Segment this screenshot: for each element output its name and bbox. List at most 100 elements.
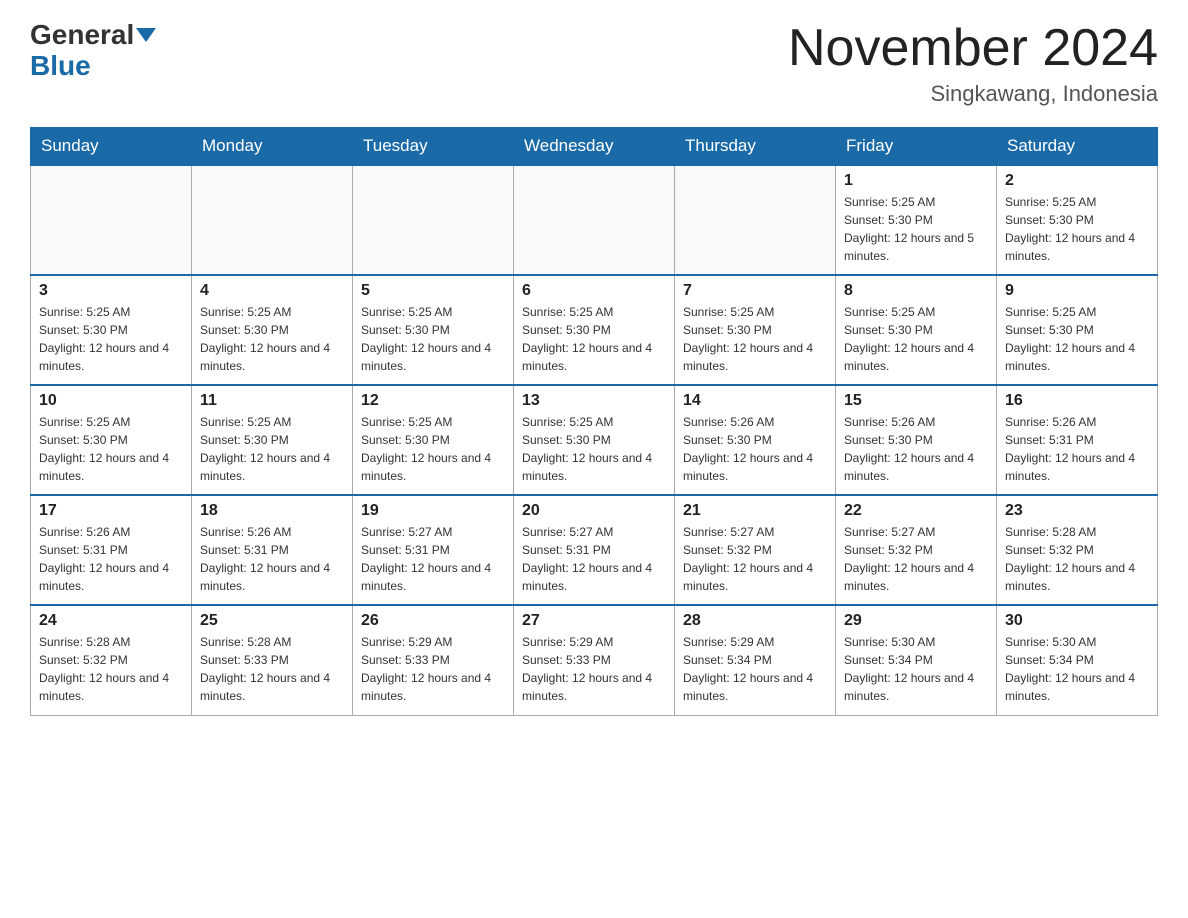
day-number: 18 [200,502,344,520]
col-friday: Friday [836,128,997,166]
logo-blue-text: Blue [30,50,91,81]
day-number: 21 [683,502,827,520]
day-info: Sunrise: 5:28 AMSunset: 5:33 PMDaylight:… [200,633,344,705]
table-row: 22Sunrise: 5:27 AMSunset: 5:32 PMDayligh… [836,495,997,605]
table-row [31,165,192,275]
day-info: Sunrise: 5:28 AMSunset: 5:32 PMDaylight:… [1005,523,1149,595]
calendar-week-5: 24Sunrise: 5:28 AMSunset: 5:32 PMDayligh… [31,605,1158,715]
table-row: 30Sunrise: 5:30 AMSunset: 5:34 PMDayligh… [997,605,1158,715]
day-info: Sunrise: 5:25 AMSunset: 5:30 PMDaylight:… [1005,193,1149,265]
day-info: Sunrise: 5:25 AMSunset: 5:30 PMDaylight:… [200,413,344,485]
table-row: 10 Sunrise: 5:25 AMSunset: 5:30 PMDayligh… [31,385,192,495]
day-info: Sunrise: 5:25 AMSunset: 5:30 PMDaylight:… [361,413,505,485]
table-row: 19 Sunrise: 5:27 AMSunset: 5:31 PMDayligh… [353,495,514,605]
day-info: Sunrise: 5:25 AMSunset: 5:30 PMDaylight:… [1005,303,1149,375]
day-info: Sunrise: 5:26 AMSunset: 5:31 PMDaylight:… [39,523,183,595]
day-number: 16 [1005,392,1149,410]
day-number: 12 [361,392,505,410]
table-row: 20 Sunrise: 5:27 AMSunset: 5:31 PMDayligh… [514,495,675,605]
calendar-week-2: 3 Sunrise: 5:25 AMSunset: 5:30 PMDaylight… [31,275,1158,385]
table-row [514,165,675,275]
day-number: 8 [844,282,988,300]
day-number: 6 [522,282,666,300]
table-row: 6 Sunrise: 5:25 AMSunset: 5:30 PMDaylight… [514,275,675,385]
logo-triangle-icon [136,28,156,42]
day-info: Sunrise: 5:25 AMSunset: 5:30 PMDaylight:… [844,303,988,375]
day-number: 29 [844,612,988,630]
day-number: 9 [1005,282,1149,300]
table-row: 27 Sunrise: 5:29 AMSunset: 5:33 PMDayligh… [514,605,675,715]
table-row [675,165,836,275]
day-info: Sunrise: 5:25 AMSunset: 5:30 PMDaylight:… [522,413,666,485]
day-number: 28 [683,612,827,630]
day-info: Sunrise: 5:25 AMSunset: 5:30 PMDaylight:… [39,413,183,485]
table-row: 25 Sunrise: 5:28 AMSunset: 5:33 PMDayligh… [192,605,353,715]
logo-general-text: General [30,20,134,51]
day-number: 26 [361,612,505,630]
day-number: 19 [361,502,505,520]
table-row: 1Sunrise: 5:25 AMSunset: 5:30 PMDaylight… [836,165,997,275]
day-number: 3 [39,282,183,300]
day-info: Sunrise: 5:29 AMSunset: 5:34 PMDaylight:… [683,633,827,705]
table-row: 14 Sunrise: 5:26 AMSunset: 5:30 PMDayligh… [675,385,836,495]
day-number: 13 [522,392,666,410]
day-info: Sunrise: 5:27 AMSunset: 5:31 PMDaylight:… [361,523,505,595]
table-row: 3 Sunrise: 5:25 AMSunset: 5:30 PMDaylight… [31,275,192,385]
calendar-header-row: Sunday Monday Tuesday Wednesday Thursday… [31,128,1158,166]
day-info: Sunrise: 5:25 AMSunset: 5:30 PMDaylight:… [39,303,183,375]
day-number: 23 [1005,502,1149,520]
table-row: 16 Sunrise: 5:26 AMSunset: 5:31 PMDayligh… [997,385,1158,495]
table-row: 29 Sunrise: 5:30 AMSunset: 5:34 PMDayligh… [836,605,997,715]
day-number: 20 [522,502,666,520]
col-monday: Monday [192,128,353,166]
table-row [192,165,353,275]
day-info: Sunrise: 5:29 AMSunset: 5:33 PMDaylight:… [522,633,666,705]
calendar-week-3: 10 Sunrise: 5:25 AMSunset: 5:30 PMDayligh… [31,385,1158,495]
table-row: 2Sunrise: 5:25 AMSunset: 5:30 PMDaylight… [997,165,1158,275]
table-row: 13 Sunrise: 5:25 AMSunset: 5:30 PMDayligh… [514,385,675,495]
day-number: 17 [39,502,183,520]
table-row: 12 Sunrise: 5:25 AMSunset: 5:30 PMDayligh… [353,385,514,495]
col-thursday: Thursday [675,128,836,166]
day-number: 4 [200,282,344,300]
table-row: 7Sunrise: 5:25 AMSunset: 5:30 PMDaylight… [675,275,836,385]
page-header: General Blue November 2024 Singkawang, I… [30,20,1158,107]
day-number: 10 [39,392,183,410]
day-info: Sunrise: 5:28 AMSunset: 5:32 PMDaylight:… [39,633,183,705]
location-label: Singkawang, Indonesia [788,81,1158,107]
logo: General Blue [30,20,156,82]
table-row [353,165,514,275]
day-number: 7 [683,282,827,300]
table-row: 23 Sunrise: 5:28 AMSunset: 5:32 PMDayligh… [997,495,1158,605]
day-number: 25 [200,612,344,630]
table-row: 15Sunrise: 5:26 AMSunset: 5:30 PMDayligh… [836,385,997,495]
day-number: 11 [200,392,344,410]
table-row: 17 Sunrise: 5:26 AMSunset: 5:31 PMDayligh… [31,495,192,605]
day-info: Sunrise: 5:30 AMSunset: 5:34 PMDaylight:… [844,633,988,705]
table-row: 5 Sunrise: 5:25 AMSunset: 5:30 PMDaylight… [353,275,514,385]
day-info: Sunrise: 5:25 AMSunset: 5:30 PMDaylight:… [361,303,505,375]
table-row: 4 Sunrise: 5:25 AMSunset: 5:30 PMDaylight… [192,275,353,385]
day-info: Sunrise: 5:25 AMSunset: 5:30 PMDaylight:… [200,303,344,375]
month-title: November 2024 [788,20,1158,77]
table-row: 9 Sunrise: 5:25 AMSunset: 5:30 PMDaylight… [997,275,1158,385]
day-info: Sunrise: 5:25 AMSunset: 5:30 PMDaylight:… [522,303,666,375]
day-info: Sunrise: 5:26 AMSunset: 5:31 PMDaylight:… [1005,413,1149,485]
day-info: Sunrise: 5:27 AMSunset: 5:31 PMDaylight:… [522,523,666,595]
calendar-table: Sunday Monday Tuesday Wednesday Thursday… [30,127,1158,716]
day-info: Sunrise: 5:27 AMSunset: 5:32 PMDaylight:… [683,523,827,595]
calendar-week-4: 17 Sunrise: 5:26 AMSunset: 5:31 PMDayligh… [31,495,1158,605]
day-number: 27 [522,612,666,630]
day-number: 14 [683,392,827,410]
day-info: Sunrise: 5:27 AMSunset: 5:32 PMDaylight:… [844,523,988,595]
day-number: 5 [361,282,505,300]
day-number: 30 [1005,612,1149,630]
table-row: 24Sunrise: 5:28 AMSunset: 5:32 PMDayligh… [31,605,192,715]
col-sunday: Sunday [31,128,192,166]
table-row: 18Sunrise: 5:26 AMSunset: 5:31 PMDayligh… [192,495,353,605]
table-row: 11 Sunrise: 5:25 AMSunset: 5:30 PMDayligh… [192,385,353,495]
table-row: 26Sunrise: 5:29 AMSunset: 5:33 PMDayligh… [353,605,514,715]
day-info: Sunrise: 5:26 AMSunset: 5:30 PMDaylight:… [683,413,827,485]
table-row: 8 Sunrise: 5:25 AMSunset: 5:30 PMDaylight… [836,275,997,385]
day-info: Sunrise: 5:26 AMSunset: 5:30 PMDaylight:… [844,413,988,485]
